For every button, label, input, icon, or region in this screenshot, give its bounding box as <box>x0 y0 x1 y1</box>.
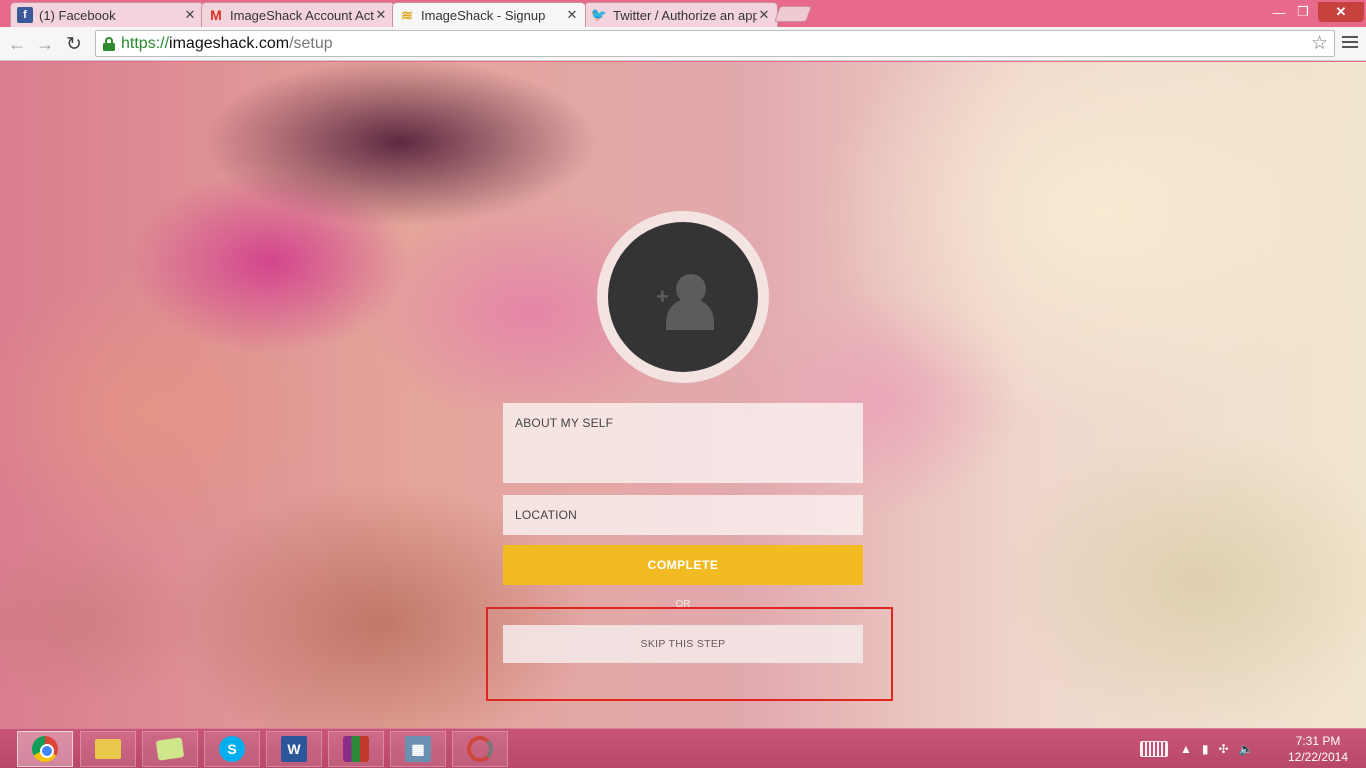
taskbar-clock[interactable]: 7:31 PM 12/22/2014 <box>1282 733 1354 765</box>
reload-button[interactable]: ↻ <box>63 33 85 55</box>
taskbar-calculator[interactable]: ▦ <box>390 731 446 767</box>
volume-icon[interactable]: 🔈 <box>1239 742 1254 756</box>
bookmark-star-icon[interactable]: ☆ <box>1311 32 1328 55</box>
close-icon[interactable]: ✕ <box>565 7 579 23</box>
tab-title: (1) Facebook <box>39 7 116 23</box>
about-placeholder: ABOUT MY SELF <box>515 416 614 430</box>
taskbar-winrar[interactable] <box>328 731 384 767</box>
lock-icon <box>103 36 115 51</box>
taskbar-sticky-notes[interactable] <box>142 731 198 767</box>
facebook-icon: f <box>17 7 33 23</box>
url-path: /setup <box>289 34 333 52</box>
page-content: + ABOUT MY SELF LOCATION COMPLETE OR SKI… <box>0 62 1366 728</box>
calculator-icon: ▦ <box>405 736 431 762</box>
minimize-button[interactable]: — <box>1268 2 1290 22</box>
new-tab-button[interactable] <box>774 6 812 22</box>
tab-strip: f (1) Facebook ✕ M ImageShack Account Ac… <box>0 0 1366 27</box>
clock-time: 7:31 PM <box>1295 734 1341 748</box>
url-host: imageshack.com <box>169 34 290 52</box>
keyboard-icon[interactable] <box>1140 741 1168 757</box>
taskbar-skype[interactable]: S <box>204 731 260 767</box>
close-icon[interactable]: ✕ <box>757 7 771 23</box>
taskbar-explorer[interactable] <box>80 731 136 767</box>
system-tray: ▲ ▮ ✣ 🔈 <box>1140 729 1264 768</box>
location-field[interactable]: LOCATION <box>503 495 863 535</box>
taskbar: S W ▦ ▲ ▮ ✣ 🔈 7:31 PM 12/22/2014 <box>0 728 1366 768</box>
avatar-upload-button[interactable]: + <box>608 222 758 372</box>
tab-title: ImageShack - Signup <box>421 7 546 23</box>
chrome-menu-icon[interactable] <box>1342 34 1358 50</box>
skip-this-step-button[interactable]: SKIP THIS STEP <box>503 625 863 663</box>
close-icon[interactable]: ✕ <box>183 7 197 23</box>
close-icon[interactable]: ✕ <box>374 7 388 23</box>
back-button[interactable]: ← <box>6 33 28 55</box>
forward-button[interactable]: → <box>34 33 56 55</box>
user-add-icon: + <box>656 262 720 332</box>
gmail-icon: M <box>210 7 222 23</box>
imageshack-icon: ≋ <box>401 6 413 23</box>
clock-date: 12/22/2014 <box>1287 750 1349 764</box>
address-bar[interactable]: https://imageshack.com/setup ☆ <box>95 30 1335 57</box>
tab-title: Twitter / Authorize an app <box>613 7 757 23</box>
taskbar-word[interactable]: W <box>266 731 322 767</box>
complete-button[interactable]: COMPLETE <box>503 545 863 585</box>
explorer-icon <box>95 739 121 759</box>
browser-toolbar: ← → ↻ https://imageshack.com/setup ☆ <box>0 27 1366 61</box>
or-separator: OR <box>675 599 691 610</box>
tab-imageshack[interactable]: ≋ ImageShack - Signup ✕ <box>392 2 586 27</box>
restore-button[interactable]: ❐ <box>1292 2 1314 22</box>
chrome-icon <box>32 736 58 762</box>
stickynotes-icon <box>155 737 185 761</box>
recorder-icon <box>467 736 493 762</box>
skype-icon: S <box>219 736 245 762</box>
winrar-icon <box>343 736 369 762</box>
battery-icon[interactable]: ▮ <box>1202 742 1209 756</box>
network-icon[interactable]: ✣ <box>1219 742 1229 756</box>
tab-twitter[interactable]: 🐦 Twitter / Authorize an app ✕ <box>584 2 778 27</box>
tab-gmail[interactable]: M ImageShack Account Acti ✕ <box>201 2 395 27</box>
location-placeholder: LOCATION <box>515 508 578 522</box>
taskbar-recorder[interactable] <box>452 731 508 767</box>
word-icon: W <box>281 736 307 762</box>
taskbar-chrome[interactable] <box>17 731 73 767</box>
about-my-self-field[interactable]: ABOUT MY SELF <box>503 403 863 483</box>
url-scheme: https:// <box>121 34 170 52</box>
tab-title: ImageShack Account Acti <box>230 7 374 23</box>
show-hidden-icons-icon[interactable]: ▲ <box>1180 742 1192 756</box>
avatar-ring: + <box>597 211 769 383</box>
twitter-icon: 🐦 <box>590 7 608 22</box>
window-close-button[interactable]: ✕ <box>1318 2 1364 22</box>
tab-facebook[interactable]: f (1) Facebook ✕ <box>10 2 204 27</box>
